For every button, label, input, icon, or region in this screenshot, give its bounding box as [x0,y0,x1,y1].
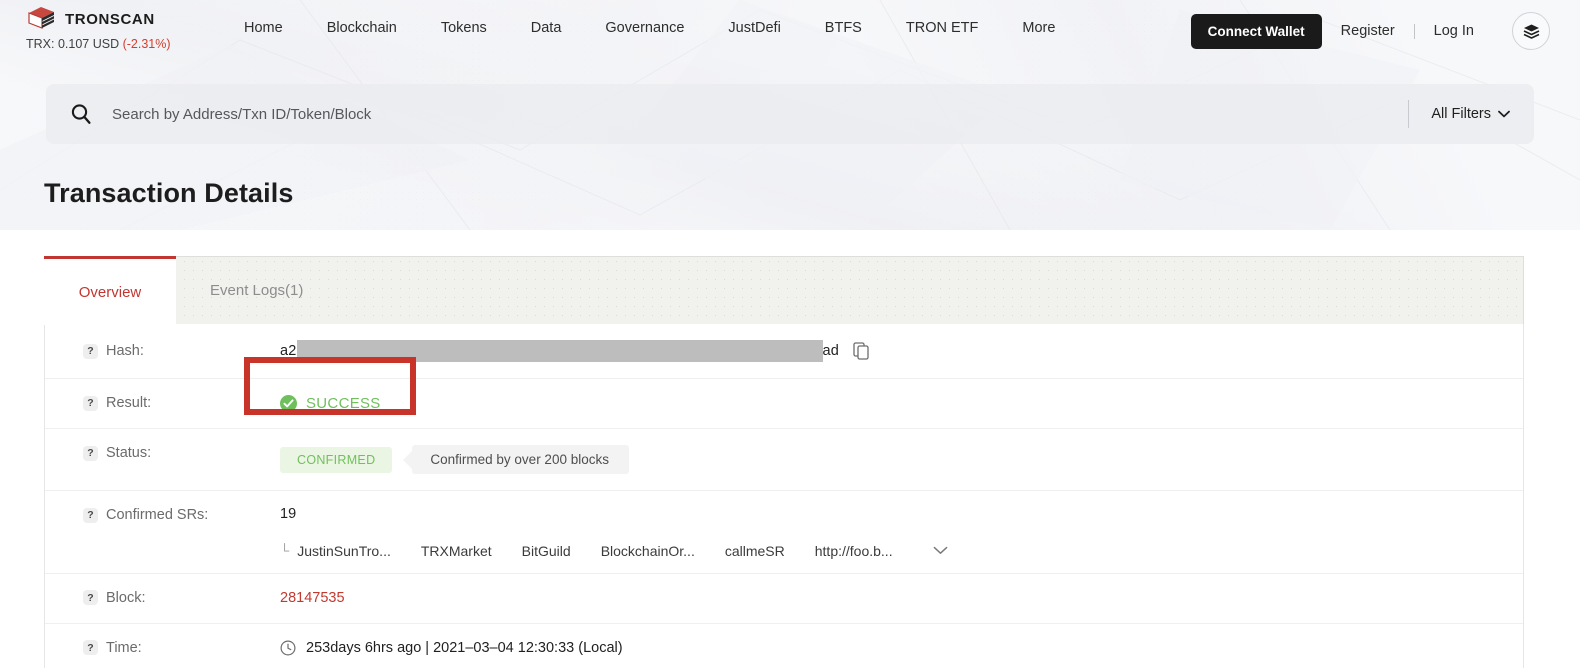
page-title: Transaction Details [44,178,1580,209]
docs-button[interactable] [1512,12,1550,50]
block-label: Block: [106,590,146,606]
expand-srs-chevron-down-icon[interactable] [933,546,948,555]
nav-item-more[interactable]: More [1000,16,1077,40]
search-icon[interactable] [70,103,92,125]
trx-price-ticker: TRX: 0.107 USD (-2.31%) [26,37,222,51]
confirmed-srs-label-cell: ? Confirmed SRs: [83,491,280,539]
block-label-cell: ? Block: [83,574,280,622]
all-filters-label: All Filters [1431,106,1491,122]
tab-event-logs[interactable]: Event Logs(1) [176,257,337,324]
detail-tabs: Overview Event Logs(1) [44,256,1524,324]
confirmed-srs-list: └ JustinSunTro... TRXMarket BitGuild Blo… [280,543,948,559]
filters-divider [1408,100,1409,128]
trx-price-change: (-2.31%) [123,37,171,51]
detail-row-result: ? Result: SUCCESS [45,379,1523,429]
hash-redaction-bar [297,340,823,362]
result-status: SUCCESS [280,395,381,412]
confirmed-srs-label: Confirmed SRs: [106,507,208,523]
status-value-cell: CONFIRMED Confirmed by over 200 blocks [280,429,1483,490]
brand-logo-link[interactable]: TRONSCAN [26,6,222,32]
time-label-cell: ? Time: [83,624,280,668]
page-hero-background: TRONSCAN TRX: 0.107 USD (-2.31%) Home Bl… [0,0,1580,230]
clock-icon [280,640,296,656]
detail-row-time: ? Time: 253days 6hrs ago | 2021–03–04 12… [45,624,1523,668]
nav-item-tokens[interactable]: Tokens [419,16,509,40]
tree-branch-glyph: └ [280,543,289,558]
status-callout: Confirmed by over 200 blocks [412,445,629,474]
hash-value-cell: a2 ad [280,324,1483,378]
status-badge: CONFIRMED [280,447,392,473]
question-mark-icon[interactable]: ? [83,446,98,461]
nav-item-btfs[interactable]: BTFS [803,16,884,40]
list-item[interactable]: JustinSunTro... [297,543,391,559]
status-label-cell: ? Status: [83,429,280,477]
brand-name: TRONSCAN [65,11,155,28]
time-value-cell: 253days 6hrs ago | 2021–03–04 12:30:33 (… [280,624,1483,668]
hash-prefix: a2 [280,343,297,359]
question-mark-icon[interactable]: ? [83,508,98,523]
hash-label: Hash: [106,343,144,359]
top-navigation-bar: TRONSCAN TRX: 0.107 USD (-2.31%) Home Bl… [0,0,1580,62]
nav-right-actions: Connect Wallet Register Log In [1191,0,1550,50]
detail-row-hash: ? Hash: a2 ad [45,324,1523,379]
trx-price-label: TRX: 0.107 USD [26,37,119,51]
nav-item-justdefi[interactable]: JustDefi [706,16,802,40]
nav-item-data[interactable]: Data [509,16,584,40]
list-item[interactable]: BitGuild [522,543,571,559]
detail-row-block: ? Block: 28147535 [45,574,1523,624]
result-status-text: SUCCESS [306,395,381,412]
list-item[interactable]: BlockchainOr... [601,543,695,559]
chevron-down-icon [1498,110,1510,118]
time-label: Time: [106,640,142,656]
tronscan-stacked-cube-logo-icon [26,6,56,32]
detail-row-confirmed-srs: ? Confirmed SRs: 19 └ JustinSunTro... TR… [45,491,1523,574]
question-mark-icon[interactable]: ? [83,590,98,605]
brand-block: TRONSCAN TRX: 0.107 USD (-2.31%) [26,0,222,51]
layers-book-icon [1522,23,1541,40]
block-number-link[interactable]: 28147535 [280,590,345,606]
all-filters-button[interactable]: All Filters [1431,106,1516,122]
nav-item-blockchain[interactable]: Blockchain [305,16,419,40]
hash-label-cell: ? Hash: [83,327,280,375]
tab-overview[interactable]: Overview [44,256,176,325]
hash-suffix: ad [823,343,840,359]
check-circle-icon [280,395,297,412]
question-mark-icon[interactable]: ? [83,396,98,411]
question-mark-icon[interactable]: ? [83,344,98,359]
main-nav-links: Home Blockchain Tokens Data Governance J… [222,0,1191,40]
question-mark-icon[interactable]: ? [83,640,98,655]
login-link[interactable]: Log In [1415,23,1493,39]
nav-item-tron-etf[interactable]: TRON ETF [884,16,1001,40]
list-item[interactable]: http://foo.b... [815,543,893,559]
result-label-cell: ? Result: [83,379,280,427]
confirmed-srs-value-cell: 19 └ JustinSunTro... TRXMarket BitGuild … [280,491,1483,573]
confirmed-srs-count: 19 [280,507,296,523]
nav-item-governance[interactable]: Governance [583,16,706,40]
status-label: Status: [106,445,151,461]
transaction-detail-card: ? Hash: a2 ad ? Result: [44,324,1524,668]
nav-item-home[interactable]: Home [222,16,305,40]
result-value-cell: SUCCESS [280,379,1483,428]
result-label: Result: [106,395,151,411]
list-item[interactable]: TRXMarket [421,543,492,559]
search-input[interactable] [92,106,1408,123]
detail-row-status: ? Status: CONFIRMED Confirmed by over 20… [45,429,1523,491]
block-value-cell: 28147535 [280,574,1483,622]
register-link[interactable]: Register [1322,23,1414,39]
search-bar: All Filters [46,84,1534,144]
copy-icon[interactable] [853,342,870,360]
time-value: 253days 6hrs ago | 2021–03–04 12:30:33 (… [306,640,623,656]
list-item[interactable]: callmeSR [725,543,785,559]
connect-wallet-button[interactable]: Connect Wallet [1191,14,1322,49]
